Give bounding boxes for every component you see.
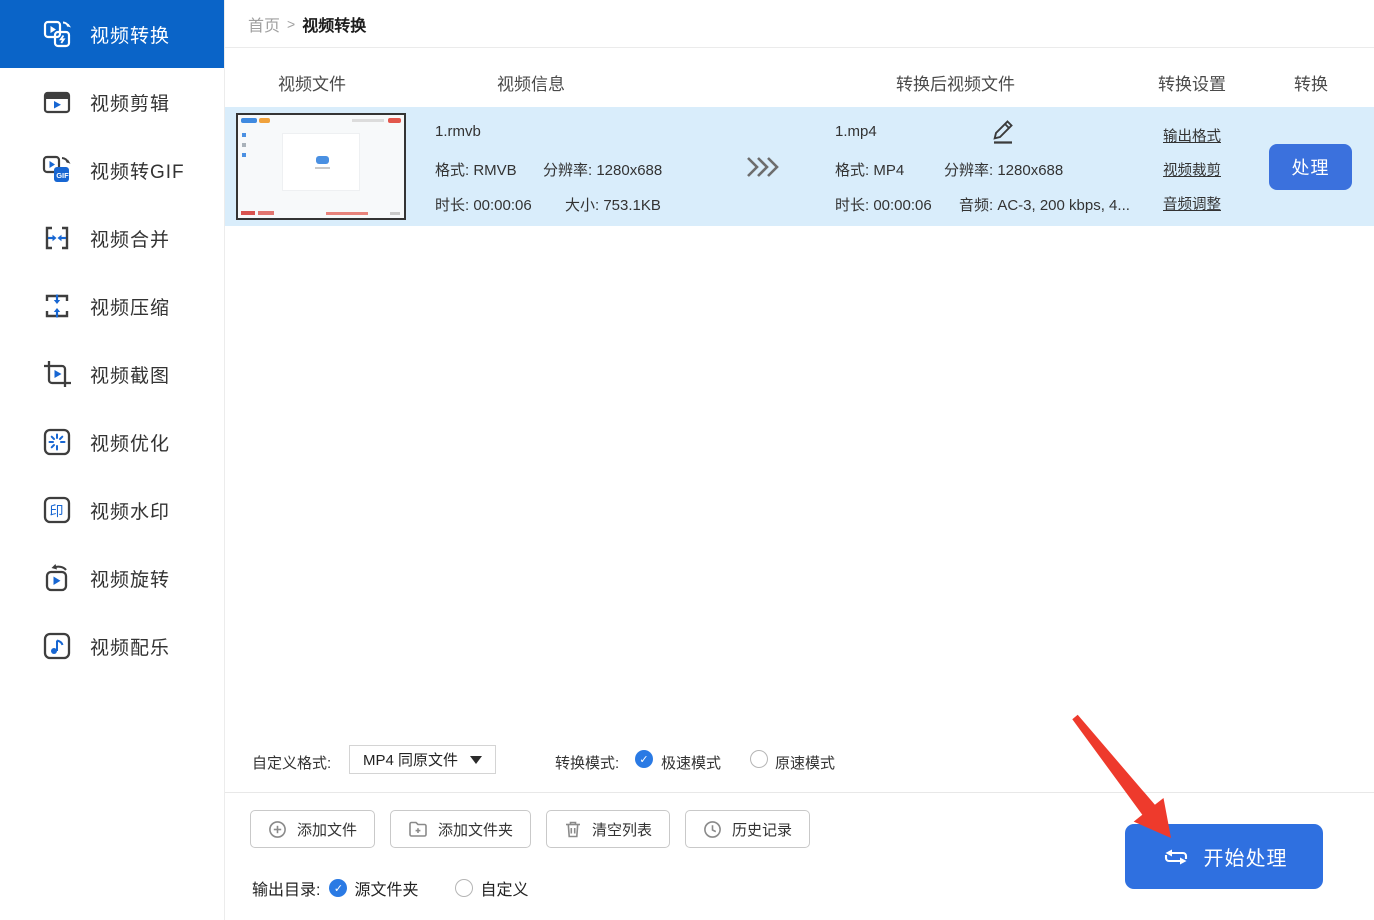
sidebar-item-label: 视频水印 bbox=[90, 497, 170, 524]
source-format: 格式: RMVB bbox=[435, 159, 517, 180]
breadcrumb-home-link[interactable]: 首页 bbox=[248, 12, 280, 36]
toolbar-button-label: 清空列表 bbox=[592, 819, 652, 840]
add-folder-button[interactable]: 添加文件夹 bbox=[390, 810, 531, 848]
source-folder-label[interactable]: 源文件夹 bbox=[354, 876, 418, 900]
table-header: 视频文件 视频信息 转换后视频文件 转换设置 转换 bbox=[225, 48, 1374, 106]
trash-icon bbox=[564, 820, 582, 839]
custom-folder-radio[interactable] bbox=[455, 879, 473, 897]
toolbar: 添加文件 添加文件夹 清空列表 历史记录 bbox=[250, 810, 810, 848]
sidebar-item-video-compress[interactable]: 视频压缩 bbox=[0, 272, 224, 340]
source-duration: 时长: 00:00:06 bbox=[435, 194, 532, 215]
sidebar-item-video-music[interactable]: 视频配乐 bbox=[0, 612, 224, 680]
process-button[interactable]: 处理 bbox=[1269, 144, 1352, 190]
clear-list-button[interactable]: 清空列表 bbox=[546, 810, 670, 848]
sidebar-item-label: 视频合并 bbox=[90, 225, 170, 252]
breadcrumb-current: 视频转换 bbox=[302, 12, 366, 36]
breadcrumb: 首页 > 视频转换 bbox=[225, 0, 1374, 48]
sidebar-item-label: 视频转GIF bbox=[90, 157, 185, 184]
sidebar-item-video-watermark[interactable]: 印 视频水印 bbox=[0, 476, 224, 544]
sidebar-item-label: 视频剪辑 bbox=[90, 89, 170, 116]
output-filename: 1.mp4 bbox=[835, 123, 877, 140]
history-button[interactable]: 历史记录 bbox=[685, 810, 810, 848]
column-header-converted-file: 转换后视频文件 bbox=[896, 70, 1015, 95]
source-resolution: 分辨率: 1280x688 bbox=[543, 159, 662, 180]
sidebar: 视频转换 视频剪辑 GIF bbox=[0, 0, 225, 920]
output-format-link[interactable]: 输出格式 bbox=[1163, 125, 1221, 146]
start-processing-label: 开始处理 bbox=[1204, 842, 1288, 871]
output-format: 格式: MP4 bbox=[835, 159, 904, 180]
sidebar-item-video-convert[interactable]: 视频转换 bbox=[0, 0, 224, 68]
sidebar-item-label: 视频压缩 bbox=[90, 293, 170, 320]
video-music-icon bbox=[40, 629, 74, 663]
video-optimize-icon bbox=[40, 425, 74, 459]
sidebar-item-label: 视频截图 bbox=[90, 361, 170, 388]
toolbar-button-label: 添加文件 bbox=[297, 819, 357, 840]
custom-folder-label[interactable]: 自定义 bbox=[480, 876, 528, 900]
output-resolution: 分辨率: 1280x688 bbox=[944, 159, 1063, 180]
sidebar-item-video-to-gif[interactable]: GIF 视频转GIF bbox=[0, 136, 224, 204]
sidebar-item-video-optimize[interactable]: 视频优化 bbox=[0, 408, 224, 476]
output-directory-label: 输出目录: bbox=[252, 876, 320, 900]
repeat-icon bbox=[1161, 845, 1191, 869]
sidebar-item-video-clip[interactable]: 视频剪辑 bbox=[0, 68, 224, 136]
content-area: 首页 > 视频转换 视频文件 视频信息 转换后视频文件 转换设置 转换 1.rm… bbox=[225, 0, 1374, 920]
divider bbox=[225, 792, 1374, 793]
start-processing-button[interactable]: 开始处理 bbox=[1125, 824, 1323, 889]
sidebar-item-video-screenshot[interactable]: 视频截图 bbox=[0, 340, 224, 408]
convert-mode-label: 转换模式: bbox=[555, 752, 619, 773]
options-row: 自定义格式: MP4 同原文件 转换模式: ✓ 极速模式 原速模式 bbox=[225, 745, 1374, 775]
sidebar-item-label: 视频优化 bbox=[90, 429, 170, 456]
file-row: 1.rmvb 格式: RMVB 分辨率: 1280x688 时长: 00:00:… bbox=[225, 107, 1374, 226]
column-header-video-info: 视频信息 bbox=[497, 70, 565, 95]
video-merge-icon bbox=[40, 221, 74, 255]
source-folder-radio[interactable]: ✓ bbox=[329, 879, 347, 897]
video-clip-icon bbox=[40, 85, 74, 119]
svg-text:GIF: GIF bbox=[56, 171, 69, 180]
column-header-convert: 转换 bbox=[1294, 70, 1328, 95]
clock-icon bbox=[703, 820, 722, 839]
format-select-value: MP4 同原文件 bbox=[363, 749, 470, 770]
sidebar-item-label: 视频旋转 bbox=[90, 565, 170, 592]
original-speed-mode-label[interactable]: 原速模式 bbox=[775, 752, 835, 773]
video-to-gif-icon: GIF bbox=[40, 153, 74, 187]
custom-format-label: 自定义格式: bbox=[252, 752, 331, 773]
toolbar-button-label: 历史记录 bbox=[732, 819, 792, 840]
fast-mode-radio[interactable]: ✓ bbox=[635, 750, 653, 768]
video-rotate-icon bbox=[40, 561, 74, 595]
sidebar-item-label: 视频配乐 bbox=[90, 633, 170, 660]
edit-filename-icon[interactable] bbox=[988, 116, 1018, 150]
svg-text:印: 印 bbox=[50, 503, 64, 519]
arrow-right-icon bbox=[745, 155, 785, 184]
video-convert-icon bbox=[40, 17, 74, 51]
add-folder-icon bbox=[408, 820, 428, 838]
fast-mode-label[interactable]: 极速模式 bbox=[661, 752, 721, 773]
video-compress-icon bbox=[40, 289, 74, 323]
output-audio: 音频: AC-3, 200 kbps, 4... bbox=[959, 194, 1130, 215]
breadcrumb-separator: > bbox=[287, 16, 295, 32]
output-directory-row: 输出目录: ✓ 源文件夹 自定义 bbox=[252, 876, 528, 900]
format-select[interactable]: MP4 同原文件 bbox=[349, 745, 496, 774]
sidebar-item-label: 视频转换 bbox=[90, 21, 170, 48]
column-header-video-file: 视频文件 bbox=[278, 70, 346, 95]
toolbar-button-label: 添加文件夹 bbox=[438, 819, 513, 840]
video-crop-link[interactable]: 视频裁剪 bbox=[1163, 159, 1221, 180]
caret-down-icon bbox=[470, 756, 482, 764]
sidebar-item-video-merge[interactable]: 视频合并 bbox=[0, 204, 224, 272]
app-window: 视频转换 视频剪辑 GIF bbox=[0, 0, 1374, 920]
video-screenshot-icon bbox=[40, 357, 74, 391]
source-filesize: 大小: 753.1KB bbox=[565, 194, 661, 215]
audio-adjust-link[interactable]: 音频调整 bbox=[1163, 193, 1221, 214]
video-thumbnail[interactable] bbox=[236, 113, 406, 220]
output-duration: 时长: 00:00:06 bbox=[835, 194, 932, 215]
add-file-icon bbox=[268, 820, 287, 839]
original-speed-mode-radio[interactable] bbox=[750, 750, 768, 768]
add-file-button[interactable]: 添加文件 bbox=[250, 810, 375, 848]
source-filename: 1.rmvb bbox=[435, 123, 481, 140]
sidebar-item-video-rotate[interactable]: 视频旋转 bbox=[0, 544, 224, 612]
column-header-convert-settings: 转换设置 bbox=[1158, 70, 1226, 95]
video-watermark-icon: 印 bbox=[40, 493, 74, 527]
